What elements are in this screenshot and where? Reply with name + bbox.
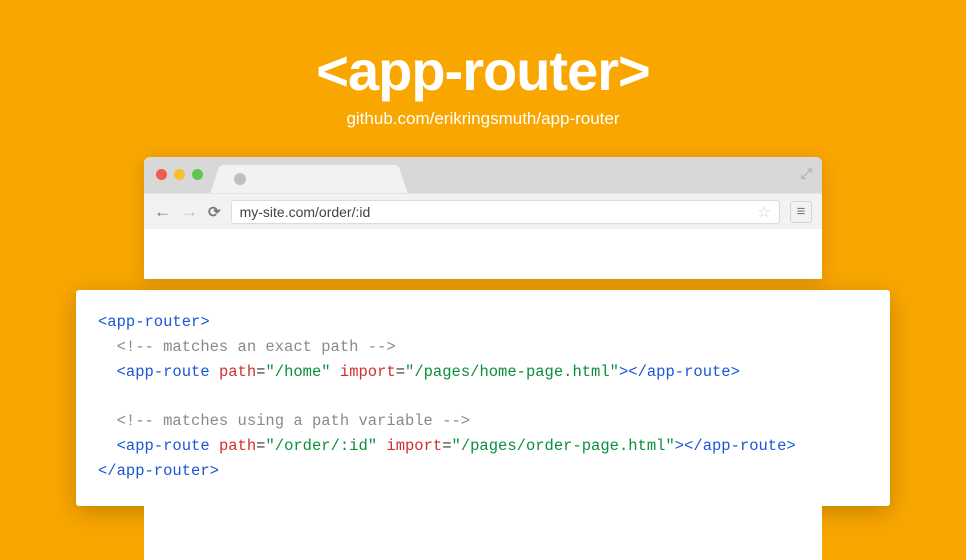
browser-window: ⤢ ← → ⟳ my-site.com/order/:id ☆ ≡	[144, 157, 822, 279]
code-token: </app-router>	[98, 462, 219, 480]
maximize-icon[interactable]	[192, 169, 203, 180]
code-eq: =	[442, 437, 451, 455]
code-snippet: <app-router> <!-- matches an exact path …	[76, 290, 890, 506]
hero: <app-router> github.com/erikringsmuth/ap…	[0, 0, 966, 129]
code-comment: <!-- matches using a path variable -->	[117, 412, 470, 430]
code-token: <app-route	[117, 363, 210, 381]
window-controls	[156, 169, 203, 180]
browser-viewport	[144, 229, 822, 279]
minimize-icon[interactable]	[174, 169, 185, 180]
close-icon[interactable]	[156, 169, 167, 180]
code-string: "/pages/order-page.html"	[452, 437, 675, 455]
browser-toolbar: ← → ⟳ my-site.com/order/:id ☆ ≡	[144, 193, 822, 229]
code-token: </app-route>	[684, 437, 796, 455]
code-attr: import	[386, 437, 442, 455]
favicon-icon	[234, 173, 246, 185]
code-token: </app-route>	[628, 363, 740, 381]
page-bottom	[144, 500, 822, 560]
reload-button[interactable]: ⟳	[208, 203, 221, 221]
code-token: >	[619, 363, 628, 381]
code-token: <app-router>	[98, 313, 210, 331]
hero-subtitle: github.com/erikringsmuth/app-router	[0, 109, 966, 129]
hero-title: <app-router>	[0, 38, 966, 103]
url-input[interactable]: my-site.com/order/:id ☆	[231, 200, 780, 224]
code-attr: path	[219, 437, 256, 455]
forward-button[interactable]: →	[181, 203, 198, 220]
expand-icon[interactable]: ⤢	[801, 165, 812, 182]
back-button[interactable]: ←	[154, 203, 171, 220]
code-string: "/pages/home-page.html"	[405, 363, 619, 381]
browser-tabbar: ⤢	[144, 157, 822, 193]
menu-button[interactable]: ≡	[790, 201, 812, 223]
bookmark-star-icon[interactable]: ☆	[758, 203, 771, 221]
url-text: my-site.com/order/:id	[240, 204, 371, 220]
code-string: "/home"	[265, 363, 330, 381]
code-string: "/order/:id"	[265, 437, 377, 455]
code-attr: import	[340, 363, 396, 381]
code-token: >	[675, 437, 684, 455]
code-attr: path	[219, 363, 256, 381]
code-comment: <!-- matches an exact path -->	[117, 338, 396, 356]
code-token: <app-route	[117, 437, 210, 455]
browser-tab[interactable]	[224, 165, 394, 193]
code-eq: =	[396, 363, 405, 381]
